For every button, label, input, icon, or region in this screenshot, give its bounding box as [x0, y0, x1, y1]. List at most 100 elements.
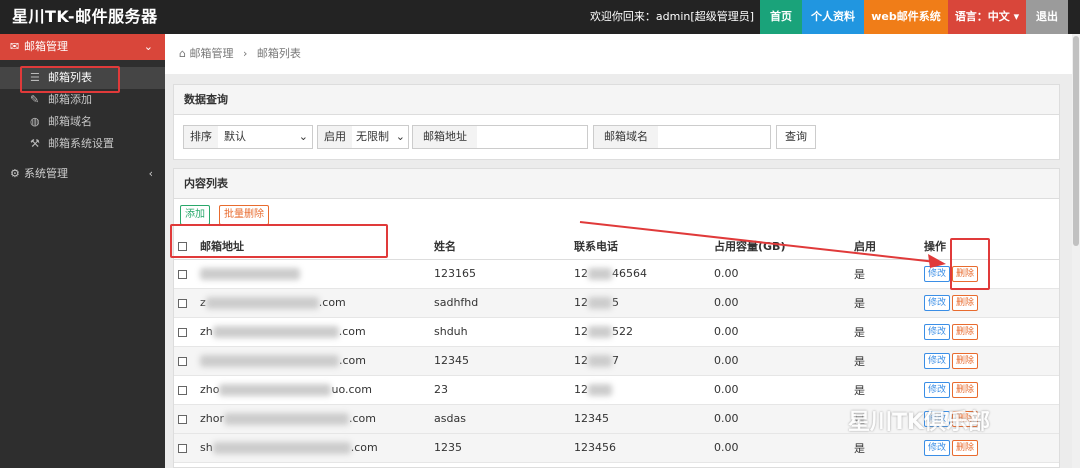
breadcrumb-separator: › [242, 47, 248, 60]
cell-enabled: 是 [850, 259, 920, 289]
watermark: 星川TK俱乐部 [848, 410, 991, 435]
cell-email: zh .com [196, 317, 430, 347]
email-domain-input[interactable]: 邮箱域名 [593, 125, 771, 149]
cell-enabled: 是 [850, 433, 920, 463]
nav-webmail-button[interactable]: web邮件系统 [864, 0, 948, 34]
cell-size: 0.00 [710, 288, 850, 318]
table-row: .com 12345 12 7 0.00 是修改 删除 [174, 346, 1059, 376]
add-button[interactable]: 添加 [180, 205, 210, 225]
edit-button[interactable]: 修改 [924, 352, 951, 369]
nav-logout-button[interactable]: 退出 [1026, 0, 1068, 34]
cell-enabled: 是 [850, 317, 920, 347]
cell-size: 0.00 [710, 375, 850, 405]
welcome-text: 欢迎你回来：admin[超级管理员] [589, 10, 754, 23]
cell-email: z .com [196, 288, 430, 318]
cell-name: shduh [430, 317, 570, 347]
cell-size: 0.00 [710, 346, 850, 376]
edit-button[interactable]: 修改 [924, 439, 951, 456]
edit-button[interactable]: 修改 [924, 323, 951, 340]
row-checkbox[interactable] [178, 327, 187, 337]
breadcrumb-home[interactable]: 邮箱管理 [189, 47, 233, 60]
cell-enabled: 是 [850, 346, 920, 376]
edit-button[interactable]: 修改 [924, 265, 951, 282]
sort-select[interactable]: 排序 默认 ⌄ [183, 125, 313, 149]
top-navbar: 星川TK-邮件服务器 欢迎你回来：admin[超级管理员] 首页 个人资料 we… [0, 0, 1080, 34]
cell-actions: 修改 删除 [920, 346, 1059, 376]
chevron-down-icon: ⌄ [298, 130, 308, 143]
column-actions: 操作 [920, 233, 1059, 260]
cell-phone: 12 46564 [570, 259, 710, 289]
cell-name: sadhfhd [430, 288, 570, 318]
delete-button[interactable]: 删除 [952, 381, 979, 398]
globe-icon: ◍ [30, 115, 40, 128]
breadcrumb: ⌂ 邮箱管理 › 邮箱列表 [165, 34, 1072, 74]
enable-value: 无限制 [356, 130, 389, 143]
cell-phone: 123456 [570, 433, 710, 463]
cell-enabled: 是 [850, 375, 920, 405]
highlight-box [20, 66, 120, 93]
page-scrollbar[interactable] [1072, 34, 1080, 468]
cell-actions: 修改 删除 [920, 288, 1059, 318]
sidebar-item-label: 邮箱系统设置 [48, 137, 114, 150]
cell-actions: 修改 删除 [920, 259, 1059, 289]
home-icon: ⌂ [179, 47, 186, 60]
cell-name: 12345 [430, 346, 570, 376]
cell-size: 0.00 [710, 259, 850, 289]
row-checkbox[interactable] [178, 269, 187, 279]
row-checkbox[interactable] [178, 298, 187, 308]
cell-actions: 修改 删除 [920, 433, 1059, 463]
wrench-icon: ⚒ [30, 137, 40, 150]
delete-button[interactable]: 删除 [952, 352, 979, 369]
cell-size: 0.00 [710, 433, 850, 463]
table-row: z .com sadhfhd 12 5 0.00 是修改 删除 [174, 288, 1059, 318]
edit-button[interactable]: 修改 [924, 294, 951, 311]
cell-phone: 12 522 [570, 317, 710, 347]
scrollbar-thumb[interactable] [1073, 36, 1079, 246]
sidebar-item-mailbox-domain[interactable]: ◍ 邮箱域名 [0, 111, 165, 133]
delete-button[interactable]: 删除 [952, 294, 979, 311]
cell-phone: 12 7 [570, 346, 710, 376]
sidebar-group-mailbox[interactable]: ✉ 邮箱管理 ⌄ [0, 34, 165, 60]
nav-home-button[interactable]: 首页 [760, 0, 802, 34]
row-checkbox[interactable] [178, 385, 187, 395]
cell-name: 23 [430, 375, 570, 405]
sidebar: ✉ 邮箱管理 ⌄ ☰ 邮箱列表 ✎ 邮箱添加 ◍ 邮箱域名 ⚒ 邮箱系统设置 ⚙… [0, 34, 165, 468]
cell-actions: 修改 删除 [920, 375, 1059, 405]
edit-button[interactable]: 修改 [924, 381, 951, 398]
search-button[interactable]: 查询 [776, 125, 816, 149]
caret-down-icon: ▾ [1013, 10, 1020, 23]
highlight-box [170, 224, 388, 258]
cell-phone: 12 [570, 375, 710, 405]
email-domain-label: 邮箱域名 [594, 126, 658, 148]
enable-select[interactable]: 启用 无限制 ⌄ [317, 125, 409, 149]
cell-enabled: 是 [850, 288, 920, 318]
bulk-delete-button[interactable]: 批量删除 [219, 205, 269, 225]
row-checkbox[interactable] [178, 414, 187, 424]
mail-icon: ✉ [10, 40, 20, 53]
column-size: 占用容量(GB) [710, 233, 850, 260]
cell-name: 1235 [430, 433, 570, 463]
query-panel: 数据查询 排序 默认 ⌄ 启用 无限制 ⌄ 邮箱地址 邮箱域名 查询 [173, 84, 1060, 160]
nav-profile-button[interactable]: 个人资料 [802, 0, 864, 34]
row-checkbox[interactable] [178, 443, 187, 453]
table-row: sh .com 1235 123456 0.00 是修改 删除 [174, 433, 1059, 463]
cell-email: sh .com [196, 433, 430, 463]
table-row: zho uo.com 23 12 0.00 是修改 删除 [174, 375, 1059, 405]
cell-size: 0.00 [710, 404, 850, 434]
sort-value: 默认 [224, 130, 246, 143]
chevron-down-icon: ⌄ [143, 40, 153, 53]
sidebar-group-system[interactable]: ⚙ 系统管理 ‹ [0, 161, 165, 187]
email-address-input[interactable]: 邮箱地址 [412, 125, 588, 149]
sidebar-item-mailbox-settings[interactable]: ⚒ 邮箱系统设置 [0, 133, 165, 155]
sidebar-item-label: 邮箱域名 [48, 115, 92, 128]
nav-language-button[interactable]: 语言：中文 ▾ [948, 0, 1026, 34]
column-name: 姓名 [430, 233, 570, 260]
table-row: zh .com shduh 12 522 0.00 是修改 删除 [174, 317, 1059, 347]
delete-button[interactable]: 删除 [952, 439, 979, 456]
delete-button[interactable]: 删除 [952, 323, 979, 340]
sidebar-group-label: 系统管理 [24, 167, 68, 180]
row-checkbox[interactable] [178, 356, 187, 366]
query-panel-title: 数据查询 [174, 85, 1059, 115]
gear-icon: ⚙ [10, 167, 20, 180]
column-enabled: 启用 [850, 233, 920, 260]
